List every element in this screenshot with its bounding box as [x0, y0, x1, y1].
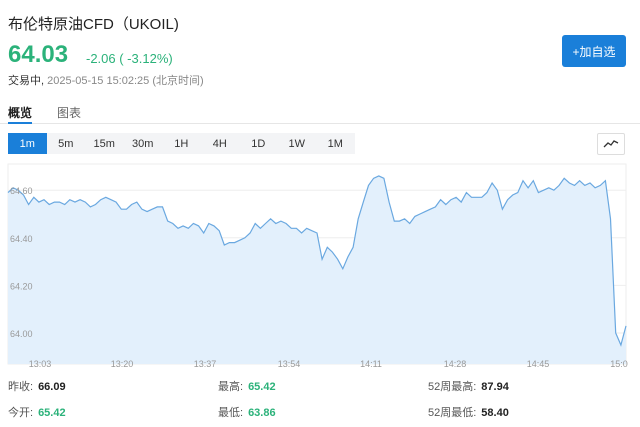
x-tick-label: 15:0	[610, 359, 628, 369]
tab-overview[interactable]: 概览	[8, 104, 32, 121]
tab-bar: 概览 图表	[0, 98, 640, 124]
interval-1w[interactable]: 1W	[278, 133, 317, 154]
stat-52w-high: 52周最高: 87.94	[428, 378, 509, 394]
chart-type-toggle[interactable]	[597, 133, 625, 155]
price-change: -2.06 ( -3.12%)	[86, 51, 173, 66]
stat-52w-low: 52周最低: 58.40	[428, 404, 509, 420]
tab-chart[interactable]: 图表	[57, 104, 81, 121]
x-tick-label: 13:37	[194, 359, 217, 369]
x-tick-label: 14:28	[444, 359, 467, 369]
y-tick-label: 64.60	[10, 186, 33, 196]
page-title: 布伦特原油CFD（UKOIL)	[8, 16, 179, 33]
stat-label: 昨收:	[8, 381, 34, 393]
interval-1mo[interactable]: 1M	[316, 133, 355, 154]
stat-label: 52周最低:	[428, 407, 477, 419]
y-tick-label: 64.00	[10, 329, 33, 339]
price-chart[interactable]: 64.60 64.40 64.20 64.00 13:03 13:20 13:37 13:54…	[0, 160, 640, 374]
interval-1h[interactable]: 1H	[162, 133, 201, 154]
y-tick-label: 64.20	[10, 281, 33, 291]
stat-high: 最高: 65.42	[218, 378, 276, 394]
trade-status: 交易中, 2025-05-15 15:02:25 (北京时间)	[8, 72, 204, 88]
x-tick-label: 14:11	[360, 359, 382, 369]
stat-value: 65.42	[248, 381, 276, 393]
stat-open: 今开: 65.42	[8, 404, 66, 420]
timestamp: 2025-05-15 15:02:25 (北京时间)	[47, 75, 204, 87]
stat-label: 今开:	[8, 407, 34, 419]
add-to-watchlist-button[interactable]: +加自选	[562, 35, 626, 67]
active-tab-indicator	[8, 122, 32, 124]
stat-value: 65.42	[38, 407, 66, 419]
interval-selector: 1m 5m 15m 30m 1H 4H 1D 1W 1M	[8, 133, 355, 154]
stat-value: 87.94	[481, 381, 509, 393]
stat-value: 63.86	[248, 407, 276, 419]
interval-4h[interactable]: 4H	[201, 133, 240, 154]
interval-1m[interactable]: 1m	[8, 133, 47, 154]
x-tick-label: 13:03	[29, 359, 52, 369]
interval-5m[interactable]: 5m	[47, 133, 86, 154]
interval-15m[interactable]: 15m	[85, 133, 124, 154]
trade-status-label: 交易中,	[8, 75, 45, 87]
interval-30m[interactable]: 30m	[124, 133, 163, 154]
stat-label: 最低:	[218, 407, 244, 419]
line-chart-icon	[603, 140, 619, 148]
stat-label: 52周最高:	[428, 381, 477, 393]
x-tick-label: 13:20	[111, 359, 134, 369]
x-tick-label: 14:45	[527, 359, 550, 369]
x-tick-label: 13:54	[278, 359, 301, 369]
stat-value: 66.09	[38, 381, 66, 393]
current-price: 64.03	[8, 41, 69, 68]
stat-low: 最低: 63.86	[218, 404, 276, 420]
stat-prev-close: 昨收: 66.09	[8, 378, 66, 394]
stat-label: 最高:	[218, 381, 244, 393]
y-tick-label: 64.40	[10, 234, 33, 244]
interval-1d[interactable]: 1D	[239, 133, 278, 154]
stat-value: 58.40	[481, 407, 509, 419]
